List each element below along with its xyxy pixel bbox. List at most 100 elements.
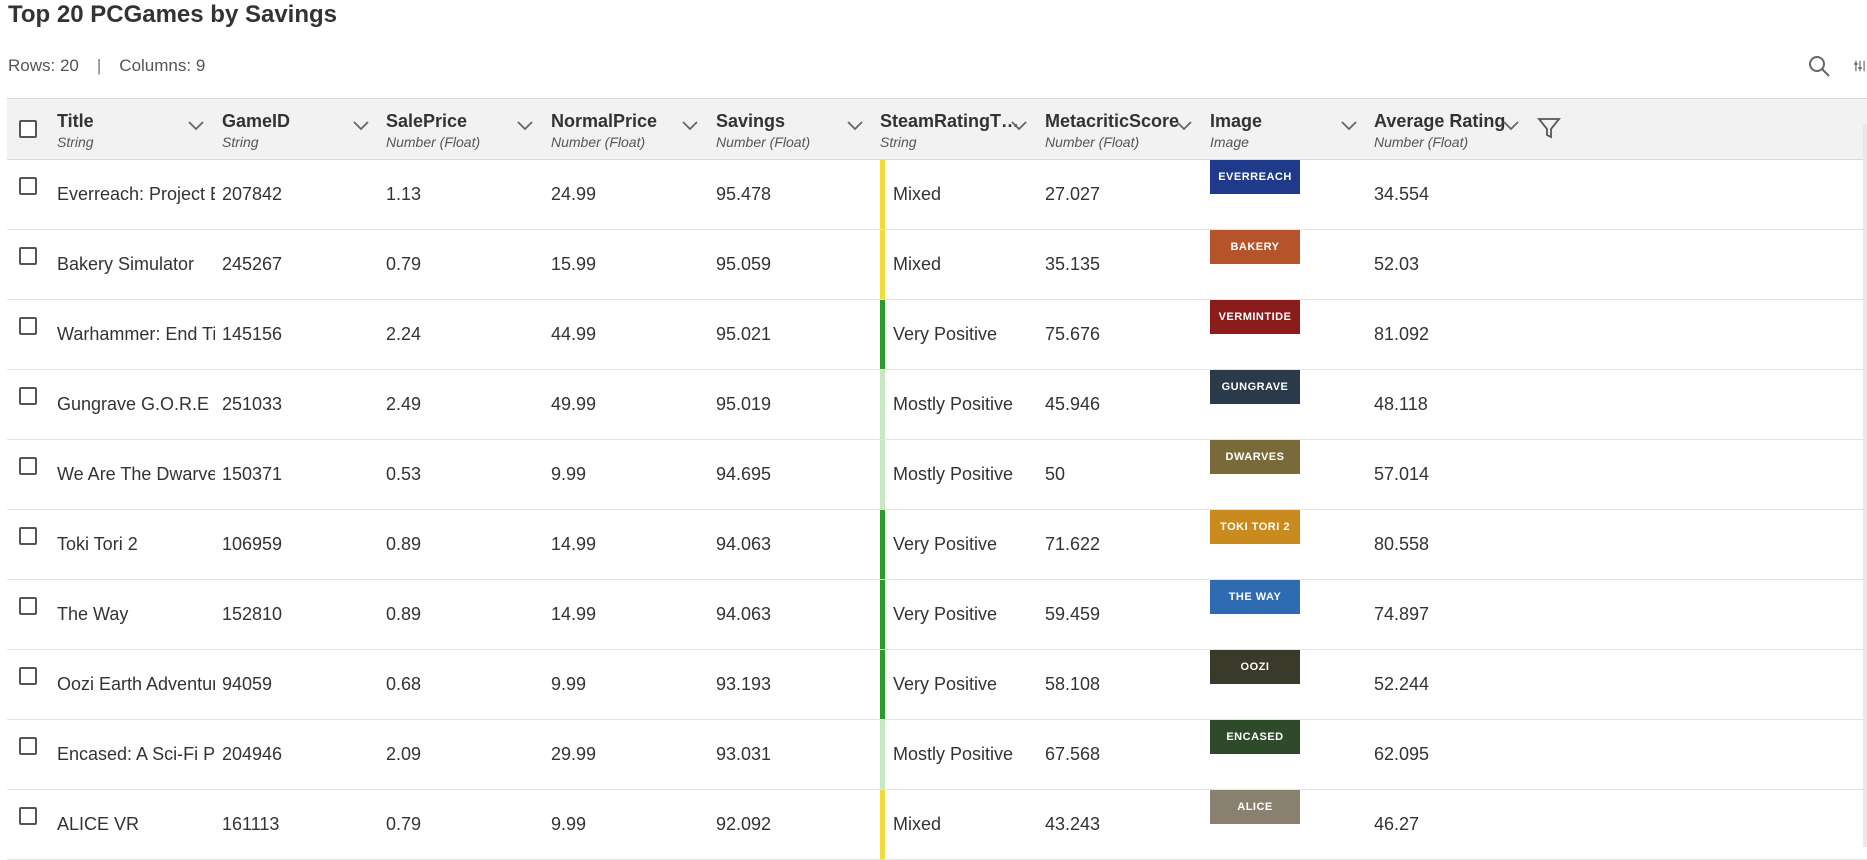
- column-header[interactable]: NormalPrice Number (Float): [551, 99, 715, 159]
- row-checkbox[interactable]: [19, 177, 37, 195]
- rows-count: Rows: 20: [8, 56, 79, 75]
- cell-avg: 57.014: [1374, 464, 1430, 484]
- cell-avg: 81.092: [1374, 324, 1430, 344]
- cell-sale: 0.89: [386, 604, 422, 624]
- cell-rating: Mixed: [893, 254, 942, 274]
- game-thumbnail-image: THE WAY: [1210, 580, 1300, 614]
- cell-meta: 58.108: [1045, 674, 1101, 694]
- column-header[interactable]: Image Image: [1210, 99, 1374, 159]
- vertical-scrollbar[interactable]: [1863, 124, 1867, 847]
- table-row[interactable]: ALICE VR 161113 0.79 9.99 92.092 Mixed 43.243 A…: [7, 790, 1867, 860]
- cell-normal: 15.99: [551, 254, 597, 274]
- chevron-down-icon[interactable]: [186, 119, 206, 133]
- summary-separator: |: [96, 56, 102, 75]
- row-checkbox[interactable]: [19, 457, 37, 475]
- cell-rating: Mixed: [893, 184, 942, 204]
- column-type: Number (Float): [1045, 134, 1140, 150]
- column-name: SteamRatingT…: [880, 111, 1020, 131]
- cell-gameid: 94059: [222, 674, 273, 694]
- filter-icon[interactable]: [1536, 115, 1562, 141]
- cell-savings: 94.063: [716, 534, 772, 554]
- game-thumbnail-image: BAKERY: [1210, 230, 1300, 264]
- column-header[interactable]: SteamRatingT… String: [880, 99, 1044, 159]
- row-checkbox[interactable]: [19, 317, 37, 335]
- column-name: MetacriticScore: [1045, 111, 1180, 131]
- rating-color-bar: [880, 230, 885, 299]
- row-checkbox[interactable]: [19, 527, 37, 545]
- column-name: NormalPrice: [551, 111, 658, 131]
- column-type: Number (Float): [1374, 134, 1469, 150]
- table-row[interactable]: Oozi Earth Adventure 94059 0.68 9.99 93.193 V…: [7, 650, 1867, 720]
- cell-rating: Mostly Positive: [893, 464, 1014, 484]
- chevron-down-icon[interactable]: [845, 119, 865, 133]
- cell-title: Bakery Simulator: [57, 254, 195, 274]
- table-row[interactable]: Encased: A Sci-Fi Po 204946 2.09 29.99 93.03…: [7, 720, 1867, 790]
- chevron-down-icon[interactable]: [515, 119, 535, 133]
- game-thumbnail-image: OOZI: [1210, 650, 1300, 684]
- cell-title: Gungrave G.O.R.E: [57, 394, 210, 414]
- table-row[interactable]: The Way 152810 0.89 14.99 94.063 Very Positiv…: [7, 580, 1867, 650]
- column-header[interactable]: GameID String: [222, 99, 386, 159]
- grid-body: Everreach: Project Ec 207842 1.13 24.99 95.4…: [7, 160, 1867, 860]
- column-name: Average Rating: [1374, 111, 1506, 131]
- cell-meta: 50: [1045, 464, 1066, 484]
- column-header[interactable]: Savings Number (Float): [716, 99, 880, 159]
- rating-color-bar: [880, 720, 885, 789]
- chevron-down-icon[interactable]: [680, 119, 700, 133]
- cell-avg: 52.03: [1374, 254, 1420, 274]
- cell-rating: Mostly Positive: [893, 744, 1014, 764]
- row-checkbox[interactable]: [19, 597, 37, 615]
- column-header[interactable]: Average Rating Number (Float): [1374, 99, 1538, 159]
- cell-savings: 95.019: [716, 394, 772, 414]
- cell-title: Everreach: Project Ec: [57, 184, 215, 204]
- chevron-down-icon[interactable]: [1174, 119, 1194, 133]
- chevron-down-icon[interactable]: [1009, 119, 1029, 133]
- cell-normal: 29.99: [551, 744, 597, 764]
- select-all-checkbox[interactable]: [19, 120, 37, 138]
- cell-normal: 14.99: [551, 534, 597, 554]
- table-row[interactable]: Gungrave G.O.R.E 251033 2.49 49.99 95.019 Mos…: [7, 370, 1867, 440]
- table-row[interactable]: Toki Tori 2 106959 0.89 14.99 94.063 Very Pos…: [7, 510, 1867, 580]
- cell-gameid: 207842: [222, 184, 283, 204]
- cell-rating: Very Positive: [893, 604, 998, 624]
- cell-savings: 95.059: [716, 254, 772, 274]
- cell-meta: 67.568: [1045, 744, 1101, 764]
- chevron-down-icon[interactable]: [1339, 119, 1359, 133]
- cell-savings: 93.193: [716, 674, 772, 694]
- column-type: Number (Float): [386, 134, 481, 150]
- cell-title: ALICE VR: [57, 814, 140, 834]
- rating-color-bar: [880, 370, 885, 439]
- table-row[interactable]: Everreach: Project Ec 207842 1.13 24.99 95.4…: [7, 160, 1867, 230]
- search-icon[interactable]: [1805, 52, 1833, 80]
- cell-gameid: 152810: [222, 604, 283, 624]
- row-checkbox[interactable]: [19, 667, 37, 685]
- cell-sale: 2.49: [386, 394, 422, 414]
- cell-gameid: 161113: [222, 814, 280, 834]
- row-checkbox[interactable]: [19, 807, 37, 825]
- table-row[interactable]: Bakery Simulator 245267 0.79 15.99 95.059 Mix…: [7, 230, 1867, 300]
- cell-sale: 2.24: [386, 324, 422, 344]
- chevron-down-icon[interactable]: [351, 119, 371, 133]
- row-checkbox[interactable]: [19, 247, 37, 265]
- row-checkbox[interactable]: [19, 387, 37, 405]
- cell-avg: 48.118: [1374, 394, 1428, 414]
- cell-meta: 35.135: [1045, 254, 1101, 274]
- game-thumbnail-image: EVERREACH: [1210, 160, 1300, 194]
- column-header[interactable]: MetacriticScore Number (Float): [1045, 99, 1209, 159]
- cell-title: Oozi Earth Adventure: [57, 674, 215, 694]
- cell-meta: 45.946: [1045, 394, 1101, 414]
- column-header[interactable]: SalePrice Number (Float): [386, 99, 550, 159]
- game-thumbnail-image: GUNGRAVE: [1210, 370, 1300, 404]
- cell-avg: 46.27: [1374, 814, 1420, 834]
- cell-savings: 95.478: [716, 184, 772, 204]
- row-checkbox[interactable]: [19, 737, 37, 755]
- column-header[interactable]: Title String: [57, 99, 221, 159]
- table-row[interactable]: Warhammer: End Tin 145156 2.24 44.99 95.021 V…: [7, 300, 1867, 370]
- cell-normal: 49.99: [551, 394, 597, 414]
- chevron-down-icon[interactable]: [1501, 119, 1521, 133]
- cell-normal: 24.99: [551, 184, 597, 204]
- column-settings-icon[interactable]: [1853, 52, 1867, 80]
- rating-color-bar: [880, 440, 885, 509]
- toolbar: [1805, 52, 1867, 80]
- table-row[interactable]: We Are The Dwarves 150371 0.53 9.99 94.695 Mo…: [7, 440, 1867, 510]
